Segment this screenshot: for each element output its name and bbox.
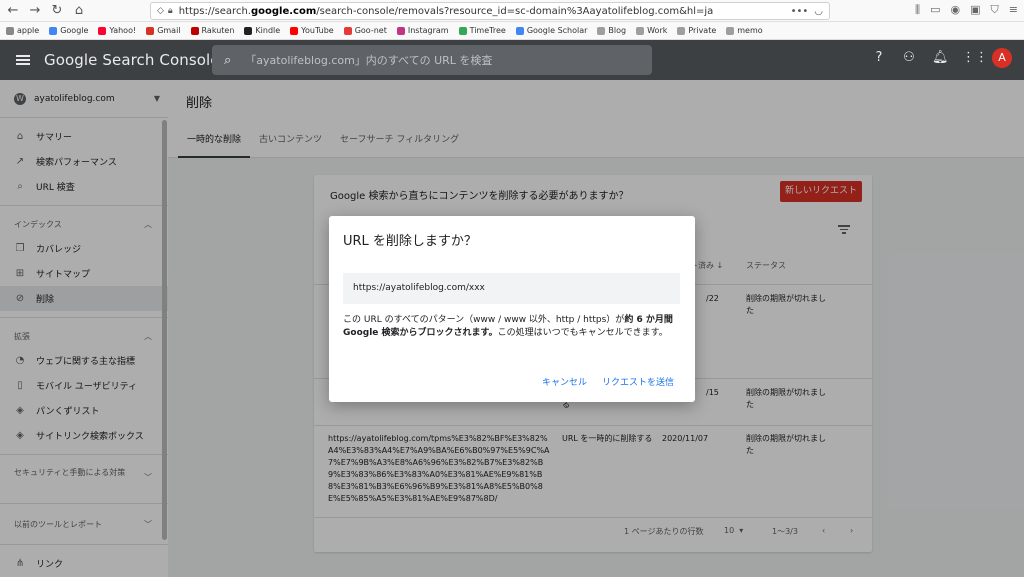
bookmark-item[interactable]: YouTube <box>290 26 334 35</box>
bookmark-icon <box>396 26 405 35</box>
bookmark-icon <box>244 26 253 35</box>
pocket-icon[interactable]: ◡ <box>814 6 823 17</box>
bookmark-icon <box>726 26 735 35</box>
bookmark-item[interactable]: Private <box>677 26 716 35</box>
help-icon[interactable]: ? <box>872 51 886 65</box>
bookmark-icon <box>98 26 107 35</box>
app-logo[interactable]: Google Search Console <box>44 51 220 69</box>
bookmark-icon <box>6 26 14 35</box>
bookmark-item[interactable]: apple <box>6 26 39 35</box>
browser-toolbar: ← → ↻ ⌂ ◇ 🔒︎ https://search.google.com/s… <box>0 0 1024 22</box>
bookmark-item[interactable]: Work <box>636 26 667 35</box>
page-actions-icon[interactable]: ••• <box>791 6 809 17</box>
forward-icon[interactable]: → <box>26 2 44 20</box>
bookmark-item[interactable]: Yahoo! <box>98 26 136 35</box>
bookmark-icon <box>515 26 524 35</box>
bookmark-icon <box>343 26 352 35</box>
back-icon[interactable]: ← <box>4 2 22 20</box>
sidebar-icon[interactable]: ▭ <box>930 3 940 17</box>
lock-icon: 🔒︎ <box>167 6 173 16</box>
bookmark-item[interactable]: TimeTree <box>458 26 506 35</box>
dialog-url: https://ayatolifeblog.com/xxx <box>343 273 680 304</box>
bookmark-item[interactable]: Kindle <box>244 26 280 35</box>
screenshot-icon[interactable]: ▣ <box>970 3 980 17</box>
bookmark-item[interactable]: Google Scholar <box>515 26 587 35</box>
remove-url-dialog: URL を削除しますか？ https://ayatolifeblog.com/x… <box>329 216 695 402</box>
bookmark-icon <box>458 26 467 35</box>
bell-icon[interactable]: 🔔︎ <box>932 51 949 65</box>
library-icon[interactable]: ⫼ <box>915 3 920 17</box>
bookmark-icon <box>49 26 58 35</box>
menu-icon[interactable]: ≡ <box>1009 3 1018 17</box>
adblock-icon[interactable]: ⛉ <box>991 3 999 17</box>
cancel-button[interactable]: キャンセル <box>542 375 587 388</box>
bookmark-item[interactable]: Rakuten <box>190 26 234 35</box>
shield-icon: ◇ <box>157 6 164 16</box>
bookmark-item[interactable]: Instagram <box>396 26 449 35</box>
bookmark-item[interactable]: Gmail <box>146 26 181 35</box>
bookmark-item[interactable]: memo <box>726 26 763 35</box>
bookmark-icon <box>146 26 155 35</box>
bookmark-icon <box>636 26 645 35</box>
bookmark-icon <box>290 26 299 35</box>
url-text: https://search.google.com/search-console… <box>178 5 714 17</box>
apps-grid-icon[interactable]: ⋮⋮ <box>962 51 988 65</box>
dialog-title: URL を削除しますか？ <box>343 234 477 249</box>
bookmark-icon <box>677 26 686 35</box>
bookmark-icon <box>597 26 606 35</box>
url-inspect-search[interactable]: ⌕ 「ayatolifeblog.com」内のすべての URL を検査 <box>212 45 652 75</box>
hamburger-menu-icon[interactable] <box>16 55 30 65</box>
avatar[interactable]: A <box>992 48 1012 68</box>
bookmark-item[interactable]: Blog <box>597 26 626 35</box>
home-icon[interactable]: ⌂ <box>70 2 88 20</box>
search-placeholder: 「ayatolifeblog.com」内のすべての URL を検査 <box>245 54 493 67</box>
user-settings-icon[interactable]: ⚇ <box>902 51 916 65</box>
extension-icon[interactable]: ◉ <box>951 3 961 17</box>
address-bar[interactable]: ◇ 🔒︎ https://search.google.com/search-co… <box>150 2 830 20</box>
bookmark-item[interactable]: Goo-net <box>343 26 387 35</box>
bookmark-item[interactable]: Google <box>49 26 88 35</box>
app-header: Google Search Console ⌕ 「ayatolifeblog.c… <box>0 40 1024 80</box>
submit-request-button[interactable]: リクエストを送信 <box>602 375 674 388</box>
reload-icon[interactable]: ↻ <box>48 2 66 20</box>
bookmarks-bar: apple Google Yahoo! Gmail Rakuten Kindle YouTu… <box>0 22 1024 40</box>
search-icon: ⌕ <box>224 52 232 68</box>
dialog-message: この URL のすべてのパターン（www / www 以外、http / htt… <box>343 315 673 338</box>
bookmark-icon <box>190 26 199 35</box>
